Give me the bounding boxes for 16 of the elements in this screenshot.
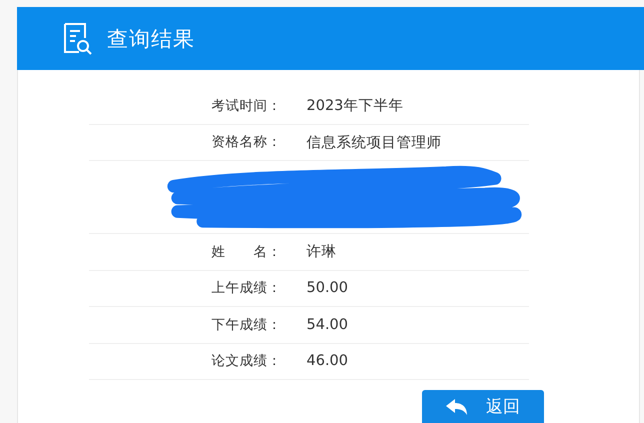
field-label: 上午成绩： xyxy=(212,279,282,298)
field-label: 姓 名： xyxy=(212,242,282,261)
page-title: 查询结果 xyxy=(107,26,195,52)
field-value: 54.00 xyxy=(306,316,348,333)
reply-arrow-icon xyxy=(446,398,468,414)
field-value: 50.00 xyxy=(306,280,348,296)
field-value: 2023年下半年 xyxy=(306,97,404,116)
back-button[interactable]: 返回 xyxy=(422,390,544,423)
search-document-icon xyxy=(61,22,93,56)
field-label: 论文成绩： xyxy=(212,352,282,370)
field-label: 资格名称： xyxy=(212,133,282,152)
field-value: 信息系统项目管理师 xyxy=(306,134,442,152)
field-value: 许琳 xyxy=(306,243,336,262)
field-label: 下午成绩： xyxy=(212,316,282,334)
field-value: 46.00 xyxy=(306,353,348,370)
field-label: 考试时间： xyxy=(212,96,282,115)
